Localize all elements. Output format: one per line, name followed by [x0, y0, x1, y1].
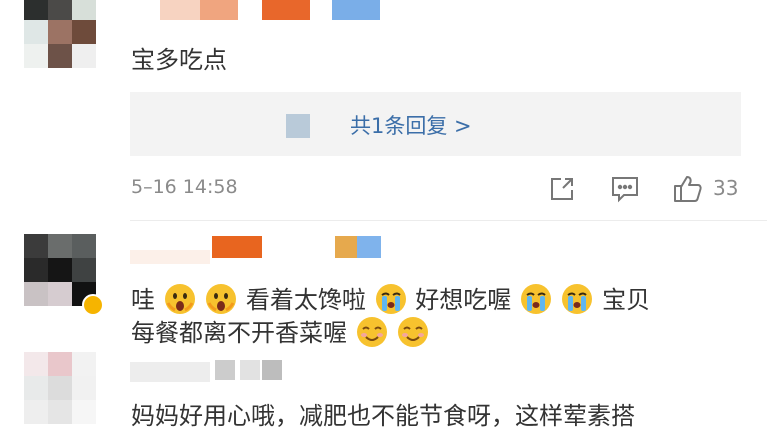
- timestamp: 5–16 14:58: [131, 176, 238, 198]
- comment-icon[interactable]: [610, 175, 640, 203]
- crying-face-emoji: [520, 284, 551, 314]
- share-icon[interactable]: [548, 175, 576, 203]
- avatar[interactable]: [24, 0, 96, 68]
- avatar-badge-icon: [82, 294, 104, 316]
- like-count: 33: [713, 176, 739, 200]
- reply-count-link[interactable]: 共1条回复 >: [350, 110, 472, 140]
- avatar[interactable]: [24, 352, 96, 424]
- comment-text: 宝多吃点: [131, 46, 227, 74]
- avatar[interactable]: [24, 234, 96, 306]
- divider: [130, 220, 767, 221]
- crying-face-emoji: [562, 284, 593, 314]
- shocked-face-emoji: [164, 284, 195, 314]
- smiling-face-emoji: [356, 317, 387, 347]
- comment-text: 哇 看着太馋啦 好想吃喔 宝贝 每餐都离不开香菜喔: [131, 283, 741, 349]
- reply-avatar-redacted: [286, 114, 310, 138]
- crying-face-emoji: [375, 284, 406, 314]
- smiling-face-emoji: [398, 317, 429, 347]
- like-icon[interactable]: [672, 173, 704, 203]
- shocked-face-emoji: [206, 284, 237, 314]
- reply-summary[interactable]: 共1条回复 >: [130, 92, 741, 156]
- comment-text: 妈妈好用心哦，减肥也不能节食呀，这样荤素搭: [131, 402, 635, 430]
